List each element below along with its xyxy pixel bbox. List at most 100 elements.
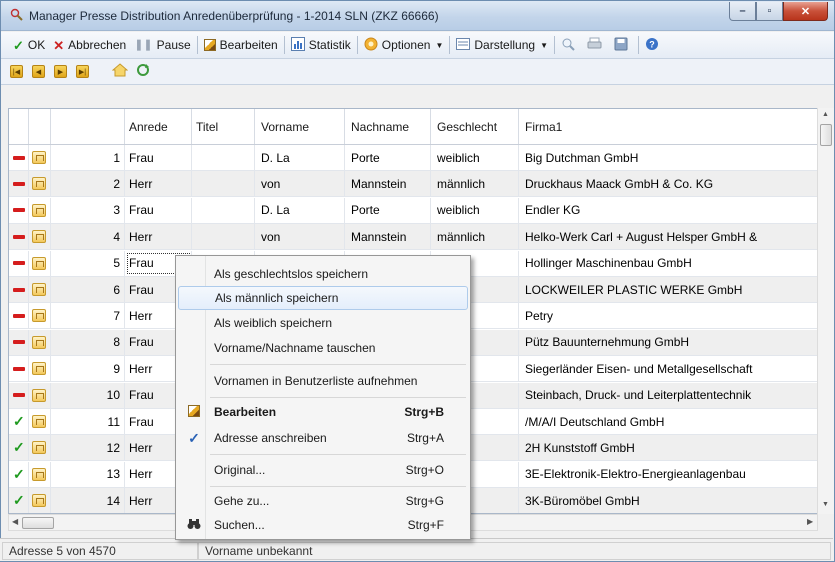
status-cell[interactable] (9, 224, 29, 250)
statistics-button[interactable]: Statistik (287, 34, 355, 56)
column-header-titel[interactable]: Titel (192, 109, 255, 144)
status-cell[interactable]: ✓ (9, 488, 29, 513)
menu-item-edit[interactable]: Bearbeiten Strg+B (178, 400, 468, 424)
cell-geschlecht[interactable]: weiblich (431, 145, 519, 170)
cell-vorname[interactable]: D. La (255, 197, 345, 223)
save-button[interactable] (610, 34, 636, 56)
cell-firma1[interactable]: 2H Kunststoff GmbH (519, 435, 818, 460)
last-record-icon[interactable]: ▶| (76, 65, 89, 78)
print-button[interactable] (583, 34, 610, 56)
cell-titel[interactable] (192, 197, 255, 223)
cell-firma1[interactable]: Pütz Bauunternehmung GmbH (519, 330, 818, 355)
refresh-icon[interactable] (136, 63, 150, 80)
scroll-down-icon[interactable]: ▼ (822, 501, 829, 508)
menu-item-save-genderless[interactable]: Als geschlechtslos speichern (178, 262, 468, 286)
cell-nachname[interactable]: Mannstein (345, 171, 431, 197)
column-header-geschlecht[interactable]: Geschlecht (431, 109, 519, 144)
lock-cell[interactable] (29, 303, 51, 329)
status-cell[interactable] (9, 356, 29, 382)
cell-firma1[interactable]: Hollinger Maschinenbau GmbH (519, 251, 818, 276)
lock-cell[interactable] (29, 461, 51, 487)
cell-firma1[interactable]: Big Dutchman GmbH (519, 145, 818, 170)
display-dropdown[interactable]: Darstellung ▼ (452, 34, 552, 56)
lock-cell[interactable] (29, 409, 51, 434)
status-cell[interactable] (9, 329, 29, 355)
status-cell[interactable] (9, 197, 29, 223)
cell-firma1[interactable]: Helko-Werk Carl + August Helsper GmbH & (519, 224, 818, 249)
lock-cell[interactable] (29, 250, 51, 276)
table-row[interactable]: 1 Frau D. La Porte weiblich Big Dutchman GmbH (9, 145, 818, 171)
table-row[interactable]: 2 Herr von Mannstein männlich Druckhaus Maack… (9, 171, 818, 198)
lock-cell[interactable] (29, 356, 51, 382)
cell-titel[interactable] (192, 224, 255, 250)
cell-firma1[interactable]: /M/A/I Deutschland GmbH (519, 409, 818, 434)
cell-anrede[interactable]: Herr (125, 171, 192, 197)
column-header-nachname[interactable]: Nachname (345, 109, 431, 144)
lock-cell[interactable] (29, 197, 51, 223)
vertical-scroll-thumb[interactable] (820, 124, 832, 146)
title-bar[interactable]: Manager Presse Distribution Anredenüberp… (1, 1, 834, 31)
lock-cell[interactable] (29, 435, 51, 461)
help-button[interactable]: ? (641, 34, 667, 56)
cell-vorname[interactable]: von (255, 171, 345, 197)
ok-button[interactable]: ✓ OK (9, 34, 49, 56)
cell-geschlecht[interactable]: weiblich (431, 197, 519, 223)
previous-record-icon[interactable]: ◀ (32, 65, 45, 78)
scroll-up-icon[interactable]: ▲ (822, 111, 829, 118)
menu-item-search[interactable]: Suchen... Strg+F (178, 513, 468, 537)
lock-cell[interactable] (29, 488, 51, 513)
menu-item-goto[interactable]: Gehe zu... Strg+G (178, 489, 468, 513)
menu-item-swap-names[interactable]: Vorname/Nachname tauschen (178, 336, 468, 360)
lock-cell[interactable] (29, 145, 51, 170)
cell-firma1[interactable]: 3K-Büromöbel GmbH (519, 488, 818, 513)
cell-firma1[interactable]: Petry (519, 303, 818, 328)
status-cell[interactable] (9, 145, 29, 170)
maximize-button[interactable]: ▫ (756, 2, 783, 21)
vertical-scrollbar[interactable]: ▲ ▼ (817, 108, 834, 514)
pause-button[interactable]: ❚❚ Pause (130, 34, 194, 56)
status-cell[interactable]: ✓ (9, 435, 29, 461)
cell-firma1[interactable]: Steinbach, Druck- und Leiterplattentechn… (519, 383, 818, 408)
table-row[interactable]: 4 Herr von Mannstein männlich Helko-Werk Carl… (9, 224, 818, 251)
cell-vorname[interactable]: D. La (255, 145, 345, 170)
column-header-vorname[interactable]: Vorname (255, 109, 345, 144)
home-icon[interactable] (111, 63, 129, 80)
edit-button[interactable]: Bearbeiten (200, 34, 282, 56)
cell-anrede[interactable]: Frau (125, 145, 192, 170)
menu-item-save-male[interactable]: Als männlich speichern (178, 286, 468, 310)
cell-titel[interactable] (192, 145, 255, 170)
scroll-right-icon[interactable]: ▶ (807, 517, 813, 526)
first-record-icon[interactable]: |◀ (10, 65, 23, 78)
menu-item-save-female[interactable]: Als weiblich speichern (178, 311, 468, 335)
status-cell[interactable] (9, 277, 29, 302)
status-cell[interactable] (9, 250, 29, 276)
column-header-firma1[interactable]: Firma1 (519, 109, 818, 144)
lock-cell[interactable] (29, 277, 51, 302)
cell-anrede[interactable]: Herr (125, 224, 192, 250)
lock-cell[interactable] (29, 329, 51, 355)
horizontal-scroll-thumb[interactable] (22, 517, 54, 529)
menu-item-original[interactable]: Original... Strg+O (178, 458, 468, 482)
cell-firma1[interactable]: 3E-Elektronik-Elektro-Energieanlagenbau (519, 462, 818, 487)
menu-item-write-address[interactable]: ✓ Adresse anschreiben Strg+A (178, 426, 468, 450)
close-button[interactable]: ✕ (783, 2, 828, 21)
options-dropdown[interactable]: Optionen ▼ (360, 34, 448, 56)
cell-nachname[interactable]: Mannstein (345, 224, 431, 250)
cancel-button[interactable]: ✕ Abbrechen (49, 34, 130, 56)
cell-firma1[interactable]: Endler KG (519, 198, 818, 223)
cell-vorname[interactable]: von (255, 224, 345, 250)
cell-titel[interactable] (192, 171, 255, 197)
cell-firma1[interactable]: Siegerländer Eisen- und Metallgesellscha… (519, 356, 818, 381)
status-cell[interactable] (9, 303, 29, 329)
cell-firma1[interactable]: Druckhaus Maack GmbH & Co. KG (519, 171, 818, 196)
table-row[interactable]: 3 Frau D. La Porte weiblich Endler KG (9, 197, 818, 224)
status-cell[interactable] (9, 382, 29, 408)
lock-cell[interactable] (29, 224, 51, 250)
status-cell[interactable]: ✓ (9, 409, 29, 434)
cell-geschlecht[interactable]: männlich (431, 224, 519, 250)
lock-cell[interactable] (29, 171, 51, 197)
search-toolbar-button[interactable] (557, 34, 583, 56)
column-header-anrede[interactable]: Anrede (125, 109, 192, 144)
status-cell[interactable] (9, 171, 29, 197)
cell-firma1[interactable]: LOCKWEILER PLASTIC WERKE GmbH (519, 277, 818, 302)
